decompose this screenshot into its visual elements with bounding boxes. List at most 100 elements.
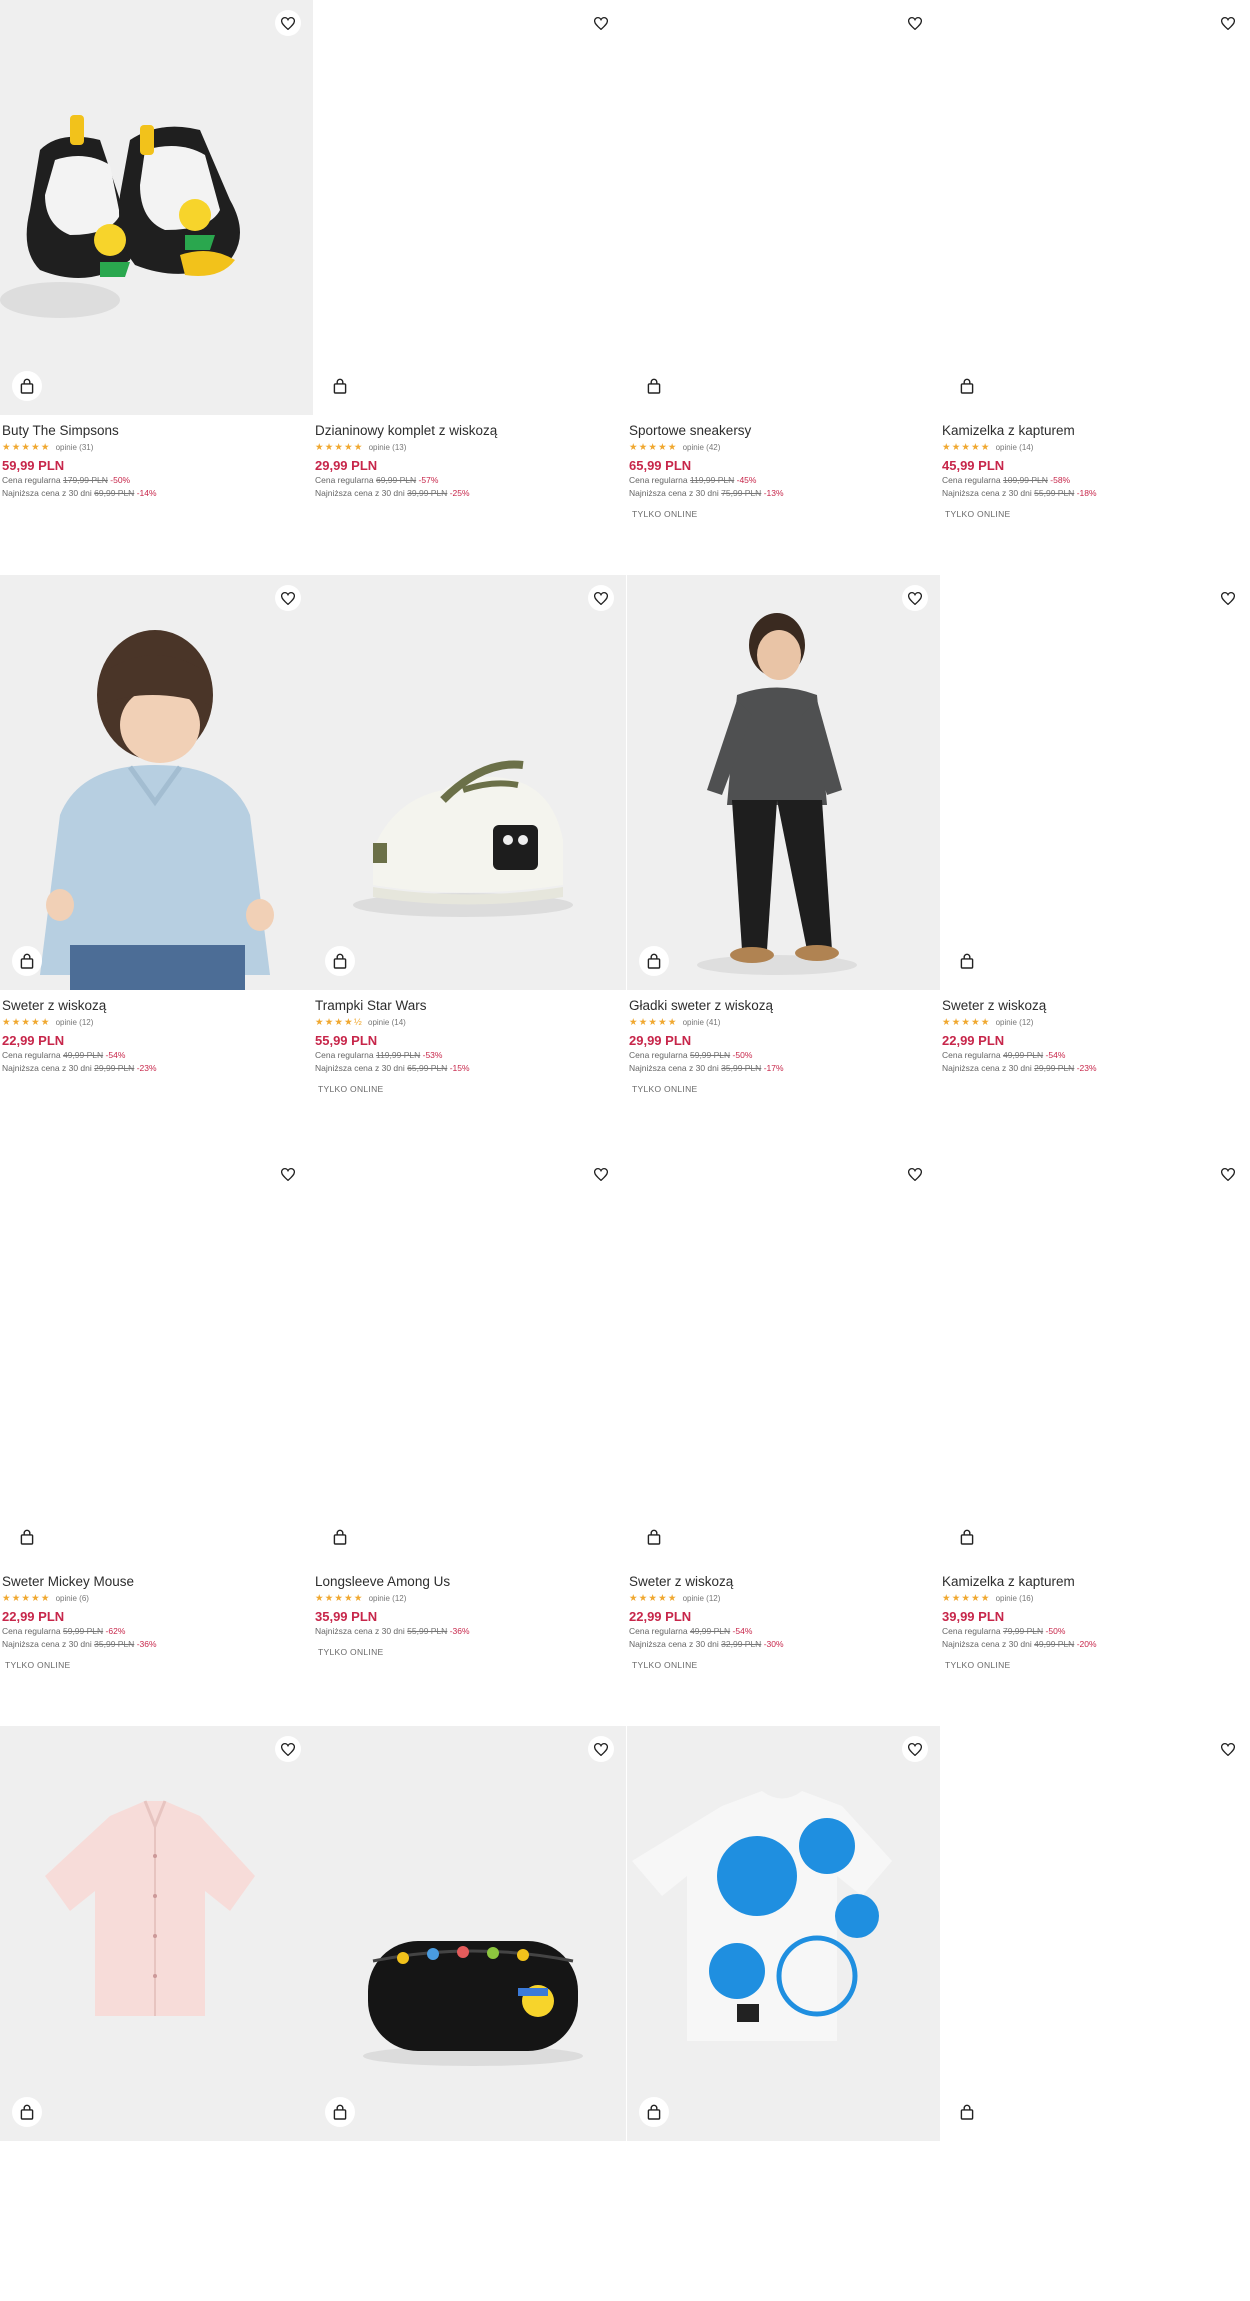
product-card[interactable]: Kamizelka z kapturem ★★★★★ opinie (14) 45,9… (940, 0, 1250, 575)
product-name[interactable]: Dzianinowy komplet z wiskozą (315, 422, 620, 439)
product-name[interactable]: Sweter z wiskozą (2, 997, 307, 1014)
product-card[interactable]: Dzianinowy komplet z wiskozą ★★★★★ opinie … (313, 0, 626, 575)
review-count[interactable]: opinie (12) (996, 1017, 1034, 1028)
shopping-bag-icon[interactable] (952, 1522, 982, 1552)
product-price: 39,99 PLN (942, 1609, 1005, 1624)
product-image[interactable] (627, 1726, 940, 2141)
heart-icon[interactable] (1215, 10, 1241, 36)
regular-discount: -50% (1045, 1626, 1066, 1636)
product-name[interactable]: Trampki Star Wars (315, 997, 620, 1014)
product-card[interactable] (0, 1726, 313, 2301)
shopping-bag-icon[interactable] (639, 946, 669, 976)
product-image[interactable] (0, 575, 313, 990)
product-card[interactable]: Sportowe sneakersy ★★★★★ opinie (42) 65,99 … (627, 0, 940, 575)
review-count[interactable]: opinie (42) (683, 442, 721, 453)
product-card[interactable]: Trampki Star Wars ★★★★½ opinie (14) 55,99 P… (313, 575, 626, 1150)
shopping-bag-icon[interactable] (12, 946, 42, 976)
heart-icon[interactable] (275, 10, 301, 36)
product-image[interactable] (313, 0, 626, 415)
product-card[interactable] (313, 1726, 626, 2301)
product-card[interactable]: Sweter z wiskozą ★★★★★ opinie (12) 22,99 PL… (940, 575, 1250, 1150)
online-only-badge: TYLKO ONLINE (945, 1660, 1011, 1670)
lowest-price-label: Najniższa cena z 30 dni (2, 1639, 92, 1649)
regular-price-line: Cena regularna 49,99 PLN -54% (629, 1625, 934, 1638)
review-count[interactable]: opinie (12) (683, 1593, 721, 1604)
heart-icon[interactable] (1215, 1161, 1241, 1187)
heart-icon[interactable] (1215, 585, 1241, 611)
shopping-bag-icon[interactable] (12, 371, 42, 401)
heart-icon[interactable] (902, 1161, 928, 1187)
shopping-bag-icon[interactable] (12, 1522, 42, 1552)
lowest-price: 35,99 PLN (721, 1063, 762, 1073)
review-count[interactable]: opinie (16) (996, 1593, 1034, 1604)
product-name[interactable]: Longsleeve Among Us (315, 1573, 620, 1590)
product-name[interactable]: Gładki sweter z wiskozą (629, 997, 934, 1014)
product-image[interactable] (940, 1151, 1250, 1566)
shopping-bag-icon[interactable] (325, 946, 355, 976)
heart-icon[interactable] (588, 585, 614, 611)
product-card[interactable]: Gładki sweter z wiskozą ★★★★★ opinie (41) 2… (627, 575, 940, 1150)
shopping-bag-icon[interactable] (639, 1522, 669, 1552)
product-card[interactable]: Buty The Simpsons ★★★★★ opinie (31) 59,99 P… (0, 0, 313, 575)
shopping-bag-icon[interactable] (325, 2097, 355, 2127)
product-image[interactable] (0, 0, 313, 415)
review-count[interactable]: opinie (14) (368, 1017, 406, 1028)
product-image[interactable] (627, 575, 940, 990)
heart-icon[interactable] (1215, 1736, 1241, 1762)
product-info: Gładki sweter z wiskozą ★★★★★ opinie (41) 2… (629, 997, 934, 1094)
product-name[interactable]: Kamizelka z kapturem (942, 422, 1247, 439)
product-info: Trampki Star Wars ★★★★½ opinie (14) 55,99 P… (315, 997, 620, 1094)
shopping-bag-icon[interactable] (325, 371, 355, 401)
shopping-bag-icon[interactable] (952, 946, 982, 976)
product-image[interactable] (313, 1726, 626, 2141)
regular-price: 109,99 PLN (1002, 475, 1048, 485)
review-count[interactable]: opinie (12) (369, 1593, 407, 1604)
shopping-bag-icon[interactable] (639, 2097, 669, 2127)
heart-icon[interactable] (902, 10, 928, 36)
product-name[interactable]: Sweter z wiskozą (629, 1573, 934, 1590)
product-card[interactable] (940, 1726, 1250, 2301)
product-image[interactable] (0, 1151, 313, 1566)
product-image[interactable] (313, 1151, 626, 1566)
product-image[interactable] (940, 0, 1250, 415)
online-only-badge: TYLKO ONLINE (318, 1647, 384, 1657)
product-image[interactable] (627, 0, 940, 415)
lowest-discount: -36% (136, 1639, 157, 1649)
product-image[interactable] (0, 1726, 313, 2141)
product-card[interactable]: Longsleeve Among Us ★★★★★ opinie (12) 35,99… (313, 1151, 626, 1726)
heart-icon[interactable] (902, 585, 928, 611)
heart-icon[interactable] (275, 1736, 301, 1762)
product-card[interactable]: Sweter z wiskozą ★★★★★ opinie (12) 22,99 PL… (627, 1151, 940, 1726)
product-name[interactable]: Buty The Simpsons (2, 422, 307, 439)
review-count[interactable]: opinie (13) (369, 442, 407, 453)
shopping-bag-icon[interactable] (325, 1522, 355, 1552)
heart-icon[interactable] (588, 1736, 614, 1762)
product-name[interactable]: Sweter z wiskozą (942, 997, 1247, 1014)
heart-icon[interactable] (588, 10, 614, 36)
product-card[interactable]: Sweter z wiskozą ★★★★★ opinie (12) 22,99 PL… (0, 575, 313, 1150)
review-count[interactable]: opinie (31) (56, 442, 94, 453)
review-count[interactable]: opinie (6) (56, 1593, 89, 1604)
product-image[interactable] (313, 575, 626, 990)
review-count[interactable]: opinie (14) (996, 442, 1034, 453)
product-image[interactable] (940, 575, 1250, 990)
shopping-bag-icon[interactable] (639, 371, 669, 401)
product-card[interactable]: Sweter Mickey Mouse ★★★★★ opinie (6) 22,99 … (0, 1151, 313, 1726)
product-name[interactable]: Sweter Mickey Mouse (2, 1573, 307, 1590)
product-name[interactable]: Kamizelka z kapturem (942, 1573, 1247, 1590)
product-image[interactable] (627, 1151, 940, 1566)
product-image[interactable] (940, 1726, 1250, 2141)
heart-icon[interactable] (588, 1161, 614, 1187)
heart-icon[interactable] (275, 585, 301, 611)
shopping-bag-icon[interactable] (952, 371, 982, 401)
product-card[interactable]: Kamizelka z kapturem ★★★★★ opinie (16) 39,9… (940, 1151, 1250, 1726)
heart-icon[interactable] (275, 1161, 301, 1187)
review-count[interactable]: opinie (12) (56, 1017, 94, 1028)
heart-icon[interactable] (902, 1736, 928, 1762)
review-count[interactable]: opinie (41) (683, 1017, 721, 1028)
lowest-price: 32,99 PLN (721, 1639, 762, 1649)
product-name[interactable]: Sportowe sneakersy (629, 422, 934, 439)
shopping-bag-icon[interactable] (952, 2097, 982, 2127)
product-card[interactable] (627, 1726, 940, 2301)
shopping-bag-icon[interactable] (12, 2097, 42, 2127)
